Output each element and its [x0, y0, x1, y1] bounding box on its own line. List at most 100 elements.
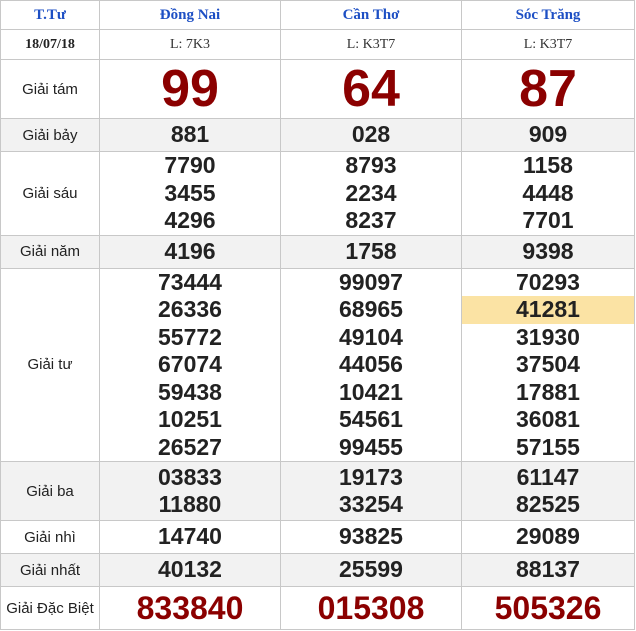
prize-number: 17881 [516, 378, 580, 405]
prize-number: 59438 [158, 378, 222, 405]
prize-number: 61147 [516, 463, 580, 490]
prize-cell: 1158 4448 7701 [461, 151, 635, 236]
prize-label-g4: Giải tư [0, 267, 100, 462]
prize-row-g3: Giải ba 03833 11880 19173 33254 61147 82525 [0, 461, 635, 521]
prize-number: 82525 [516, 491, 580, 517]
prize-cell: 015308 [280, 586, 462, 630]
prize-cell: 8793 2234 8237 [280, 151, 462, 236]
prize-number: 909 [528, 121, 568, 148]
prize-number: 33254 [339, 491, 403, 517]
prize-cell: 4196 [99, 234, 281, 269]
prize-cell: 64 [280, 59, 462, 119]
prize-number: 14740 [158, 523, 222, 550]
prize-row-g2: Giải nhì 14740 93825 29089 [0, 520, 635, 554]
draw-date: 18/07/18 [0, 29, 100, 60]
prize-number: 028 [351, 121, 391, 148]
prize-number: 44056 [339, 351, 403, 377]
province-soc-trang[interactable]: Sóc Trăng [461, 0, 635, 30]
prize-number: 99097 [339, 268, 403, 295]
prize-cell: 61147 82525 [461, 461, 635, 521]
prize-label-g8: Giải tám [0, 59, 100, 119]
prize-row-g8: Giải tám 99 64 87 [0, 59, 635, 119]
prize-number: 70293 [516, 268, 580, 295]
province-dong-nai[interactable]: Đồng Nai [99, 0, 281, 30]
lottery-results-table: T.Tư Đồng Nai Cần Thơ Sóc Trăng 18/07/18… [0, 0, 635, 630]
subheader-row: 18/07/18 L: 7K3 L: K3T7 L: K3T7 [0, 29, 635, 60]
weekday-label: T.Tư [0, 0, 100, 30]
prize-number: 29089 [516, 523, 580, 550]
prize-number: 99455 [339, 433, 403, 460]
prize-number: 68965 [339, 296, 403, 322]
prize-number: 40132 [158, 556, 222, 583]
prize-number: 93825 [339, 523, 403, 550]
prize-label-g5: Giải năm [0, 234, 100, 269]
prize-cell: 505326 [461, 586, 635, 630]
prize-number: 4296 [164, 207, 216, 233]
header-row: T.Tư Đồng Nai Cần Thơ Sóc Trăng [0, 0, 635, 30]
prize-number: 10251 [158, 406, 222, 432]
prize-number: 03833 [158, 463, 222, 490]
prize-number: 99 [161, 60, 219, 118]
prize-number: 8793 [345, 152, 397, 178]
prize-row-g5: Giải năm 4196 1758 9398 [0, 234, 635, 269]
special-prize-number: 015308 [317, 590, 425, 626]
prize-number: 1758 [345, 237, 397, 264]
prize-number: 64 [342, 60, 400, 118]
prize-cell: 29089 [461, 520, 635, 554]
prize-cell: 88137 [461, 553, 635, 587]
prize-cell: 87 [461, 59, 635, 119]
prize-number: 3455 [164, 179, 216, 206]
prize-number: 87 [519, 60, 577, 118]
prize-number: 4196 [164, 237, 216, 264]
prize-cell: 99 [99, 59, 281, 119]
prize-cell: 03833 11880 [99, 461, 281, 521]
prize-number: 11880 [158, 491, 222, 517]
prize-cell: 909 [461, 118, 635, 152]
prize-row-g6: Giải sáu 7790 3455 4296 8793 2234 8237 1158 4… [0, 151, 635, 236]
ticket-code-soc-trang: L: K3T7 [461, 29, 635, 60]
prize-number: 49104 [339, 323, 403, 350]
prize-cell: 028 [280, 118, 462, 152]
province-can-tho[interactable]: Cần Thơ [280, 0, 462, 30]
ticket-code-can-tho: L: K3T7 [280, 29, 462, 60]
ticket-code-dong-nai: L: 7K3 [99, 29, 281, 60]
prize-row-g1: Giải nhất 40132 25599 88137 [0, 553, 635, 587]
prize-number: 54561 [339, 406, 403, 432]
prize-cell: 14740 [99, 520, 281, 554]
prize-cell: 99097 68965 49104 44056 10421 54561 99455 [280, 267, 462, 462]
prize-number: 31930 [516, 323, 580, 350]
prize-cell: 833840 [99, 586, 281, 630]
prize-number: 57155 [516, 433, 580, 460]
prize-number: 2234 [345, 179, 397, 206]
prize-label-g2: Giải nhì [0, 520, 100, 554]
prize-number: 881 [170, 121, 210, 148]
prize-row-g4: Giải tư 73444 26336 55772 67074 59438 10251 26… [0, 267, 635, 462]
prize-cell: 70293 41281 31930 37504 17881 36081 57155 [461, 267, 635, 462]
prize-label-g1: Giải nhất [0, 553, 100, 587]
prize-number: 37504 [516, 351, 580, 377]
prize-number: 26336 [158, 296, 222, 322]
prize-row-special: Giải Đặc Biệt 833840 015308 505326 [0, 586, 635, 630]
prize-number: 19173 [339, 463, 403, 490]
prize-number: 1158 [523, 152, 573, 178]
prize-number: 88137 [516, 556, 580, 583]
prize-cell: 40132 [99, 553, 281, 587]
prize-number: 73444 [158, 268, 222, 295]
highlighted-prize-number: 41281 [462, 296, 634, 324]
prize-cell: 93825 [280, 520, 462, 554]
prize-cell: 9398 [461, 234, 635, 269]
prize-label-g7: Giải bảy [0, 118, 100, 152]
prize-number: 26527 [158, 433, 222, 460]
prize-cell: 1758 [280, 234, 462, 269]
prize-row-g7: Giải bảy 881 028 909 [0, 118, 635, 152]
prize-number: 7701 [522, 207, 574, 233]
prize-cell: 73444 26336 55772 67074 59438 10251 26527 [99, 267, 281, 462]
prize-number: 7790 [164, 152, 216, 178]
prize-label-g6: Giải sáu [0, 151, 100, 236]
prize-label-special: Giải Đặc Biệt [0, 586, 100, 630]
prize-cell: 7790 3455 4296 [99, 151, 281, 236]
special-prize-number: 505326 [494, 590, 602, 626]
prize-number: 67074 [158, 351, 222, 377]
prize-cell: 25599 [280, 553, 462, 587]
prize-number: 36081 [516, 406, 580, 432]
